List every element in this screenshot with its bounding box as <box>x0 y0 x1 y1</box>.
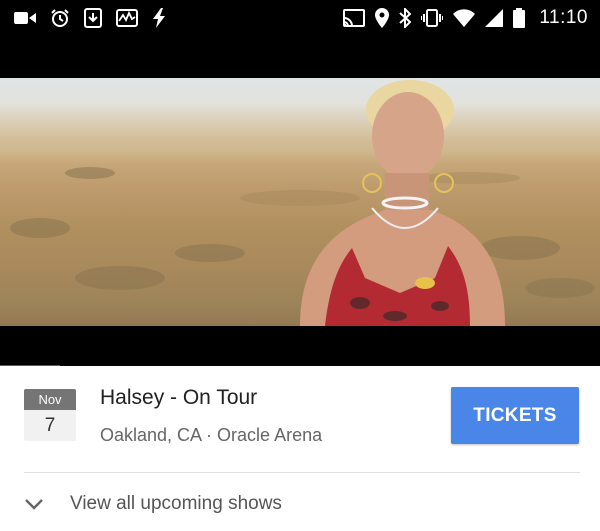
activity-monitor-icon <box>116 9 138 27</box>
tickets-button[interactable]: TICKETS <box>451 387 579 444</box>
date-day: 7 <box>44 415 56 436</box>
video-still <box>10 80 595 326</box>
vibrate-icon <box>421 9 444 27</box>
divider <box>24 472 580 473</box>
video-frame[interactable] <box>0 78 600 326</box>
alarm-clock-icon <box>50 8 70 28</box>
status-bar: 11:10 <box>0 0 600 36</box>
wifi-icon <box>453 9 476 27</box>
signal-icon <box>485 9 504 27</box>
status-bar-system: 11:10 <box>333 7 588 29</box>
status-bar-time: 11:10 <box>539 7 588 28</box>
download-icon <box>84 8 102 28</box>
event-title: Halsey - On Tour <box>100 386 258 409</box>
chevron-down-icon <box>24 493 46 515</box>
cast-icon <box>343 9 366 27</box>
status-bar-notifications <box>14 8 180 28</box>
date-badge: Nov 7 <box>24 389 76 441</box>
video-player[interactable] <box>0 36 600 368</box>
view-all-shows-label: View all upcoming shows <box>70 493 282 514</box>
battery-icon <box>513 8 526 28</box>
location-icon <box>375 8 390 28</box>
view-all-shows-button[interactable]: View all upcoming shows <box>24 484 424 524</box>
video-camera-icon <box>14 10 36 26</box>
event-card: Nov 7 Halsey - On Tour Oakland, CA · Ora… <box>0 366 600 531</box>
flash-icon <box>152 8 166 28</box>
date-month: Nov <box>24 389 76 410</box>
event-location: Oakland, CA · Oracle Arena <box>100 425 323 445</box>
bluetooth-icon <box>399 8 412 28</box>
